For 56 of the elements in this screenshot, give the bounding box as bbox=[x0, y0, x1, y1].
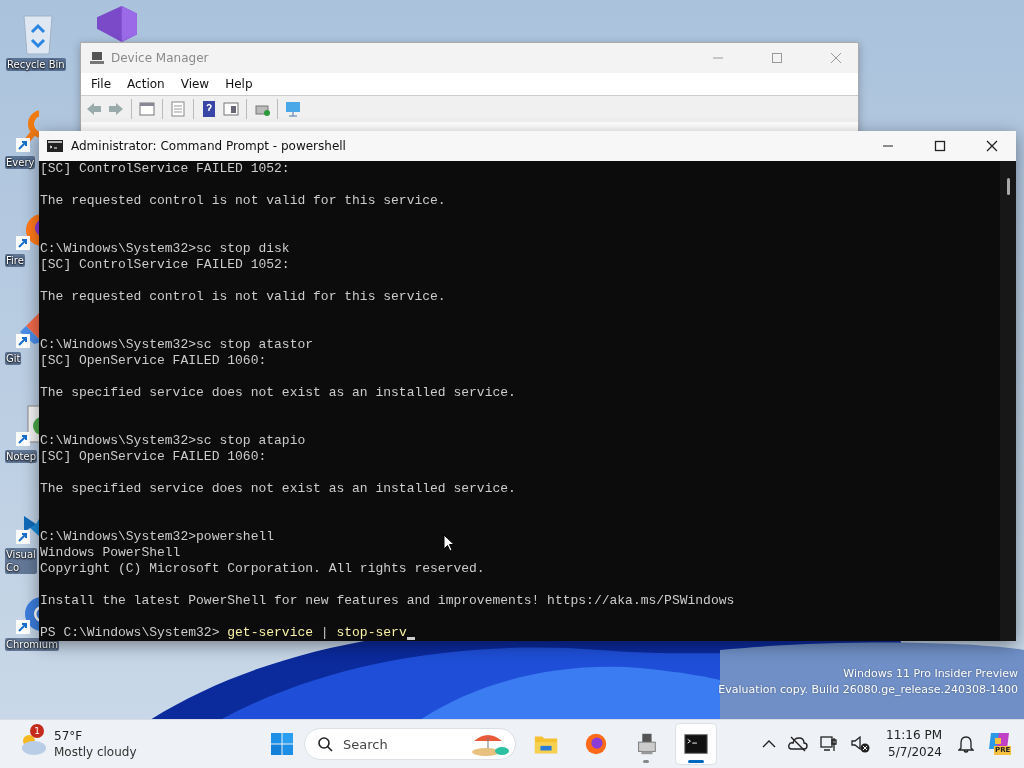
clock-time[interactable]: 11:16 PM bbox=[886, 727, 942, 745]
clock-date[interactable]: 5/7/2024 bbox=[886, 744, 942, 762]
terminal-icon bbox=[47, 140, 63, 152]
menu-item[interactable]: File bbox=[83, 77, 120, 91]
console-line: Copyright (C) Microsoft Corporation. All rights reserved. bbox=[40, 561, 485, 577]
close-icon[interactable] bbox=[986, 140, 998, 152]
window-title: Device Manager bbox=[111, 51, 209, 65]
console-line: C:\Windows\System32>sc stop atastor bbox=[40, 337, 314, 353]
cloud-off-icon[interactable] bbox=[788, 736, 808, 753]
scroll-thumb[interactable] bbox=[1007, 178, 1010, 195]
panel-icon[interactable] bbox=[222, 100, 240, 118]
scrollbar[interactable] bbox=[1000, 161, 1016, 641]
console-line: C:\Windows\System32>sc stop atapio bbox=[40, 433, 306, 449]
window-title: Administrator: Command Prompt - powershell bbox=[71, 139, 346, 153]
command-text: get-service bbox=[227, 625, 314, 641]
console-line: [SC] ControlService FAILED 1052: bbox=[40, 161, 290, 177]
console-line: [SC] OpenService FAILED 1060: bbox=[40, 449, 267, 465]
bell-icon[interactable] bbox=[958, 735, 974, 754]
menu-item[interactable]: View bbox=[172, 77, 218, 91]
console-line: The specified service does not exist as an installed service. bbox=[40, 385, 516, 401]
help-icon[interactable] bbox=[200, 100, 218, 118]
mouse-pointer-icon bbox=[443, 534, 455, 552]
search-icon bbox=[317, 736, 333, 753]
icon-label[interactable]: Visual Co bbox=[5, 548, 37, 574]
weather-condition[interactable]: Mostly cloudy bbox=[54, 744, 137, 761]
console-line: Windows PowerShell bbox=[40, 545, 181, 561]
console-line: The requested control is not valid for this service. bbox=[40, 193, 446, 209]
taskbar-app[interactable] bbox=[676, 724, 716, 765]
watermark-text: Evaluation copy. Build 26080.ge_release.240308-1400 bbox=[718, 682, 1018, 698]
prompt: PS C:\Windows\System32> bbox=[40, 625, 220, 640]
watermark-text: Windows 11 Pro Insider Preview bbox=[842, 666, 1018, 682]
command-text: stop-serv bbox=[336, 625, 407, 641]
search-field[interactable]: Search bbox=[304, 728, 516, 761]
text-cursor bbox=[406, 637, 415, 640]
console-line: [SC] OpenService FAILED 1060: bbox=[40, 353, 267, 369]
start-icon[interactable] bbox=[270, 732, 294, 757]
network-icon[interactable] bbox=[820, 735, 838, 754]
console-line: Install the latest PowerShell for new features and improvements! https://aka.ms/PSWindows bbox=[40, 593, 735, 609]
command-text: | bbox=[320, 625, 329, 641]
running-indicator bbox=[643, 760, 649, 764]
running-indicator bbox=[688, 760, 704, 764]
console-line: The requested control is not valid for this service. bbox=[40, 289, 446, 305]
temperature[interactable]: 57°F bbox=[54, 728, 137, 745]
maximize-icon[interactable] bbox=[934, 140, 946, 152]
menu-item[interactable]: Help bbox=[217, 77, 261, 91]
menu-item[interactable]: Action bbox=[119, 77, 173, 91]
console-line: C:\Windows\System32>powershell bbox=[40, 529, 275, 545]
console-line: [SC] ControlService FAILED 1052: bbox=[40, 257, 290, 273]
copilot-icon[interactable] bbox=[987, 731, 1011, 752]
notification-badge: 1 bbox=[30, 724, 44, 739]
window-icon[interactable] bbox=[138, 100, 156, 118]
chevron-up-icon[interactable] bbox=[762, 739, 776, 750]
console-line: C:\Windows\System32>sc stop disk bbox=[40, 241, 290, 257]
console-line: The specified service does not exist as an installed service. bbox=[40, 481, 516, 497]
speaker-muted-icon[interactable] bbox=[850, 735, 870, 754]
computer-icon bbox=[89, 50, 105, 66]
